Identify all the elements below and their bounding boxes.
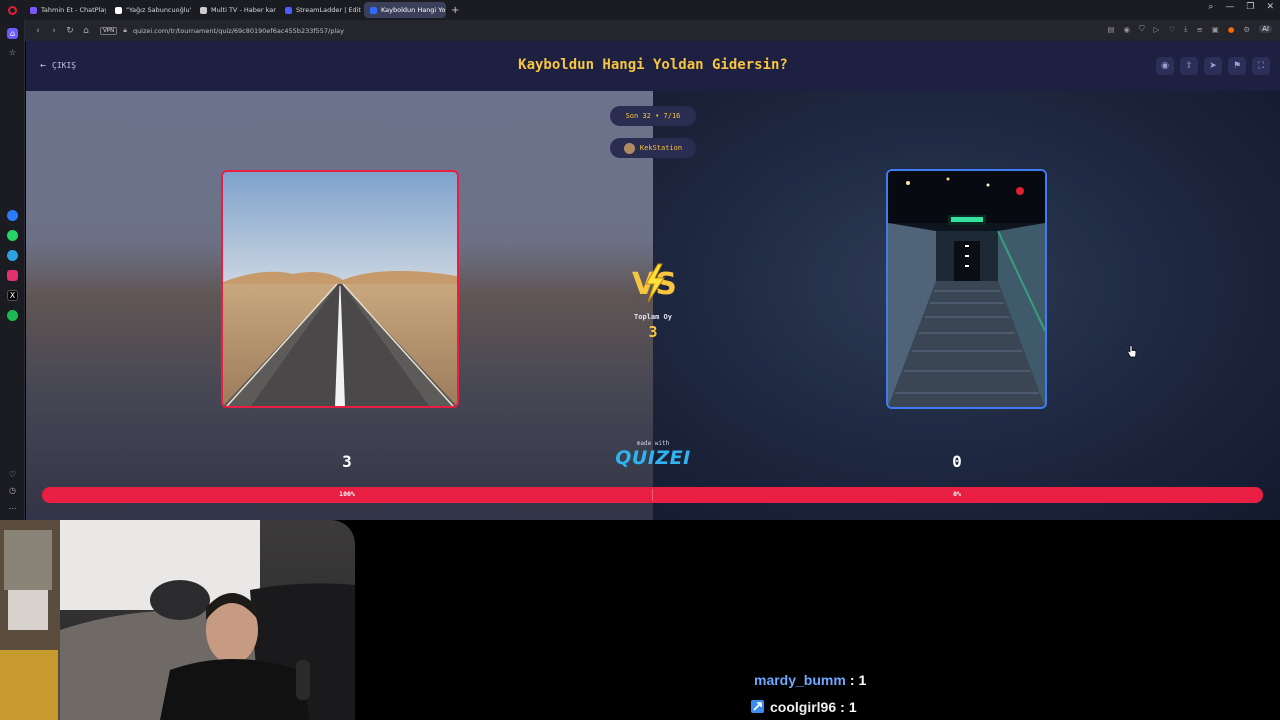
settings-icon[interactable]: ⚙ bbox=[1243, 25, 1250, 34]
right-vote-count: 0 bbox=[952, 452, 962, 471]
restore-icon[interactable]: ❐ bbox=[1246, 2, 1254, 12]
x-icon[interactable]: X bbox=[7, 290, 18, 301]
tab-label: Tahmin Et - ChatPlay bbox=[41, 6, 106, 14]
webcam-image bbox=[0, 520, 355, 720]
option-card-right[interactable] bbox=[886, 169, 1047, 409]
whatsapp-icon[interactable] bbox=[7, 230, 18, 241]
desert-road-image bbox=[223, 172, 457, 406]
vs-emblem-icon: VS bbox=[632, 263, 677, 303]
chat-username: mardy_bumm bbox=[754, 671, 846, 688]
browser-tab-active[interactable]: Kayboldun Hangi Yoldan… bbox=[364, 2, 446, 18]
header-actions: ◉ ⇪ ➤ ⚑ ⛶ bbox=[1156, 57, 1270, 75]
tab-favicon bbox=[285, 6, 292, 14]
tab-label: StreamLadder | Edit Twitc… bbox=[296, 6, 361, 14]
tab-favicon bbox=[115, 6, 122, 14]
tab-favicon bbox=[370, 6, 377, 14]
browser-tab[interactable]: Multi TV - Haber kanalla… bbox=[194, 2, 276, 18]
total-votes-value: 3 bbox=[648, 323, 658, 341]
tab-label: Kayboldun Hangi Yoldan… bbox=[381, 6, 446, 14]
star-icon[interactable]: ☆ bbox=[7, 47, 18, 58]
tab-label: Multi TV - Haber kanalla… bbox=[211, 6, 276, 14]
more-icon[interactable]: … bbox=[7, 501, 18, 512]
chat-username: coolgirl96 bbox=[770, 698, 837, 715]
total-votes-label: Toplam Oy bbox=[634, 313, 672, 321]
prime-badge-icon bbox=[751, 700, 764, 713]
new-tab-plus-icon[interactable]: + bbox=[451, 5, 459, 16]
chat-text: 1 bbox=[858, 671, 867, 688]
spotify-icon[interactable] bbox=[7, 310, 18, 321]
heart-icon[interactable]: ♡ bbox=[7, 469, 18, 480]
instagram-icon[interactable] bbox=[7, 270, 18, 281]
round-stage: Son 32 • 7/16 bbox=[625, 112, 681, 120]
reader-icon[interactable]: ▤ bbox=[1107, 25, 1114, 34]
quizei-logo[interactable]: QUIZEI bbox=[603, 447, 703, 469]
camera-icon[interactable]: ◉ bbox=[1123, 25, 1130, 34]
share-icon[interactable]: ⇪ bbox=[1180, 57, 1198, 75]
chat-separator: : bbox=[840, 698, 845, 715]
forward-arrow-icon[interactable]: › bbox=[46, 26, 62, 36]
browser-tab[interactable]: "Yağız Sabuncuoğlu" - A… bbox=[109, 2, 191, 18]
telegram-icon[interactable] bbox=[7, 250, 18, 261]
send-icon[interactable]: ➤ bbox=[1204, 57, 1222, 75]
quiz-page: ← ÇIKIŞ Kayboldun Hangi Yoldan Gidersin?… bbox=[26, 41, 1280, 520]
creator-name: KekStation bbox=[639, 144, 683, 152]
lock-icon[interactable]: ▣ bbox=[1212, 25, 1219, 34]
extension-icon[interactable]: ● bbox=[1228, 25, 1235, 34]
chat-message: coolgirl96 : 1 bbox=[700, 693, 1100, 720]
chat-text: 1 bbox=[848, 698, 857, 715]
bookmark-heart-icon[interactable]: ♡ bbox=[1168, 25, 1175, 34]
underground-stairs-image bbox=[888, 171, 1045, 407]
search-icon[interactable]: ⌕ bbox=[1208, 2, 1213, 12]
browser-logo-icon[interactable] bbox=[0, 0, 24, 20]
chat-overlay: mardy_bumm : 1 coolgirl96 : 1 bbox=[700, 666, 1100, 720]
tab-favicon bbox=[30, 6, 37, 14]
hand-cursor-icon bbox=[1127, 345, 1137, 358]
window-controls: ⌕ — ❐ ✕ bbox=[1208, 2, 1274, 12]
flag-icon[interactable]: ⚑ bbox=[1228, 57, 1246, 75]
chat-message: mardy_bumm : 1 bbox=[700, 666, 1100, 693]
fullscreen-icon[interactable]: ⛶ bbox=[1252, 57, 1270, 75]
browser-tab-bar: Tahmin Et - ChatPlay "Yağız Sabuncuoğlu"… bbox=[0, 0, 1280, 20]
eye-icon[interactable]: ◉ bbox=[1156, 57, 1174, 75]
shield-icon[interactable]: ⛉ bbox=[1139, 24, 1145, 34]
tab-favicon bbox=[200, 6, 207, 14]
chat-separator: : bbox=[849, 671, 855, 688]
vpn-badge[interactable]: VPN bbox=[100, 26, 118, 35]
option-card-left[interactable] bbox=[221, 170, 459, 408]
address-bar: ‹ › ↻ ⌂ VPN 🔒︎ quizei.com/tr/tournament/… bbox=[0, 20, 1280, 41]
ai-button[interactable]: AI bbox=[1259, 25, 1272, 33]
close-icon[interactable]: ✕ bbox=[1266, 2, 1274, 12]
made-with-label: made with bbox=[636, 440, 670, 447]
tab-label: "Yağız Sabuncuoğlu" - A… bbox=[126, 6, 191, 14]
vote-progress-bar: 100% 0% bbox=[42, 487, 1263, 503]
history-icon[interactable]: ◷ bbox=[7, 485, 18, 496]
round-badge: Son 32 • 7/16 bbox=[610, 106, 696, 126]
creator-badge[interactable]: KekStation bbox=[610, 138, 696, 158]
lock-icon: 🔒︎ bbox=[123, 26, 127, 34]
back-arrow-icon[interactable]: ‹ bbox=[30, 26, 46, 36]
avatar bbox=[623, 142, 635, 154]
menu-icon[interactable]: ≡ bbox=[1196, 25, 1202, 34]
right-percent-label: 0% bbox=[953, 490, 961, 498]
messenger-icon[interactable] bbox=[7, 210, 18, 221]
minimize-icon[interactable]: — bbox=[1225, 2, 1234, 12]
page-title: Kayboldun Hangi Yoldan Gidersin? bbox=[518, 57, 788, 73]
left-vote-count: 3 bbox=[342, 452, 352, 471]
webcam-overlay bbox=[0, 520, 355, 720]
download-icon[interactable]: ⤓ bbox=[1184, 24, 1187, 34]
browser-tab[interactable]: StreamLadder | Edit Twitc… bbox=[279, 2, 361, 18]
play-icon[interactable]: ▷ bbox=[1154, 25, 1160, 34]
browser-tab[interactable]: Tahmin Et - ChatPlay bbox=[24, 2, 106, 18]
screen: Tahmin Et - ChatPlay "Yağız Sabuncuoğlu"… bbox=[0, 0, 1280, 720]
reload-icon[interactable]: ↻ bbox=[62, 26, 78, 36]
vote-progress-divider bbox=[652, 489, 653, 501]
left-percent-label: 100% bbox=[339, 490, 355, 498]
address-bar-actions: ▤ ◉ ⛉ ▷ ♡ ⤓ ≡ ▣ ● ⚙ AI bbox=[1107, 24, 1272, 34]
home-icon[interactable]: ⌂ bbox=[78, 26, 94, 36]
page-header: ← ÇIKIŞ Kayboldun Hangi Yoldan Gidersin?… bbox=[26, 41, 1280, 91]
home-icon[interactable]: ⌂ bbox=[7, 28, 18, 39]
browser-sidebar: ⌂ ☆ X ♡ ◷ … bbox=[0, 20, 25, 520]
url-field[interactable]: quizei.com/tr/tournament/quiz/69c80190ef… bbox=[133, 27, 344, 35]
